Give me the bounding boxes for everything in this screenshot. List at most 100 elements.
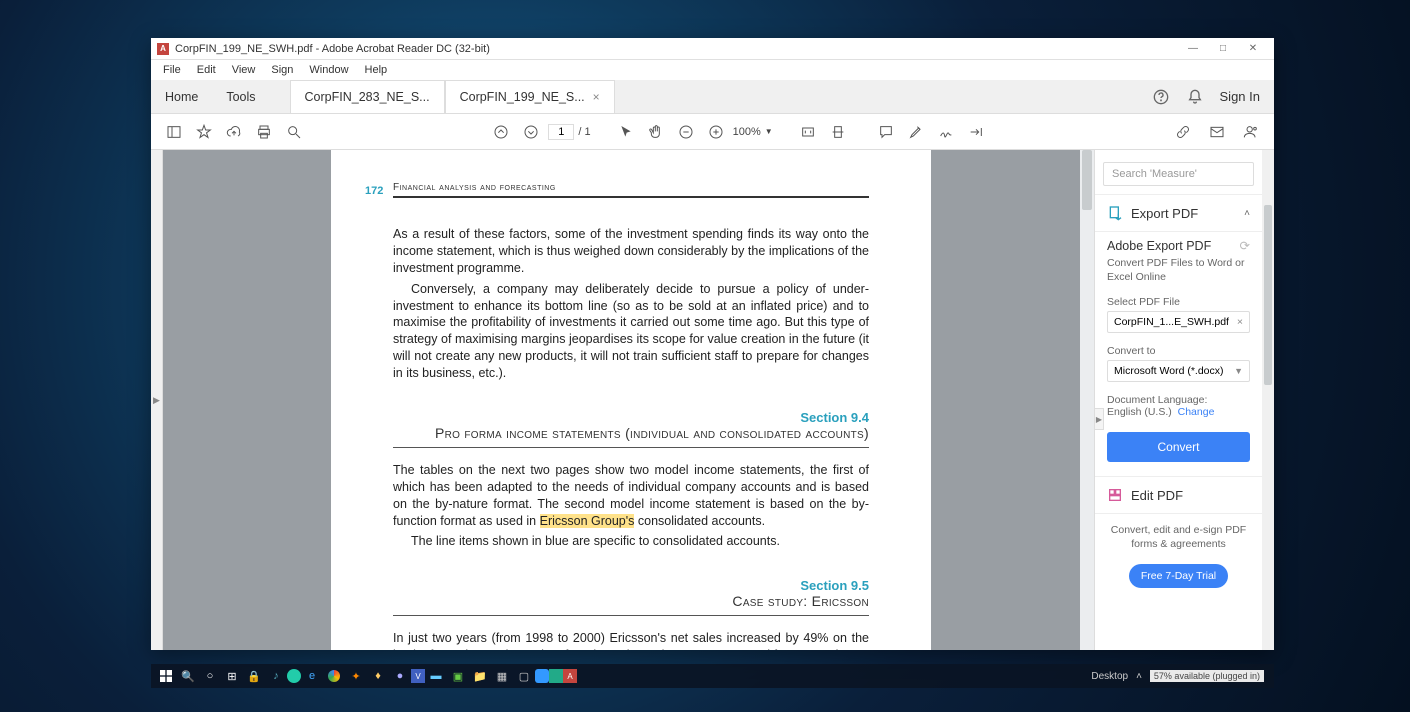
acrobat-taskbar-icon[interactable]: A — [563, 669, 577, 683]
document-language: Document Language: English (U.S.) Change — [1107, 394, 1250, 418]
menu-help[interactable]: Help — [357, 62, 396, 78]
desktop-label[interactable]: Desktop — [1091, 671, 1128, 682]
close-button[interactable]: ✕ — [1238, 39, 1268, 59]
taskbar-app[interactable]: ▣ — [447, 665, 469, 687]
search-taskbar-icon[interactable]: 🔍 — [177, 665, 199, 687]
file-explorer-icon[interactable]: 📁 — [469, 665, 491, 687]
tools-search-input[interactable]: Search 'Measure' — [1103, 162, 1254, 186]
comment-icon[interactable] — [873, 119, 899, 145]
menu-file[interactable]: File — [155, 62, 189, 78]
zoom-level[interactable]: 100%▼ — [733, 126, 773, 138]
bell-icon[interactable] — [1186, 88, 1204, 106]
export-pdf-icon — [1107, 205, 1123, 221]
select-file-label: Select PDF File — [1107, 296, 1250, 308]
cloud-upload-icon[interactable] — [221, 119, 247, 145]
acrobat-icon: A — [157, 43, 169, 55]
chevron-up-icon: ˄ — [1244, 208, 1250, 219]
section-number: Section 9.5 — [393, 578, 869, 593]
system-tray: Desktop ˄ 57% available (plugged in) — [1091, 670, 1270, 682]
menubar: File Edit View Sign Window Help — [151, 60, 1274, 80]
taskbar-app[interactable] — [535, 669, 549, 683]
taskbar-app[interactable]: ♪ — [265, 665, 287, 687]
hand-tool-icon[interactable] — [643, 119, 669, 145]
running-header: Financial analysis and forecasting — [393, 182, 869, 198]
close-tab-icon[interactable]: × — [593, 90, 600, 104]
start-button[interactable] — [155, 665, 177, 687]
tabbar: Home Tools CorpFIN_283_NE_S... CorpFIN_1… — [151, 80, 1274, 114]
fit-width-icon[interactable] — [795, 119, 821, 145]
paragraph: As a result of these factors, some of th… — [393, 226, 869, 277]
minimize-button[interactable]: ― — [1178, 39, 1208, 59]
taskbar-app[interactable]: ▢ — [513, 665, 535, 687]
highlighted-text: Ericsson Group's — [540, 514, 635, 528]
sign-icon[interactable] — [933, 119, 959, 145]
sign-in-button[interactable]: Sign In — [1220, 89, 1260, 104]
taskbar-app[interactable]: ● — [389, 665, 411, 687]
taskbar-app[interactable]: ▦ — [491, 665, 513, 687]
section-title: Pro forma income statements (individual … — [393, 425, 869, 448]
export-pdf-tool-header[interactable]: Export PDF ˄ — [1095, 194, 1262, 231]
page-down-icon[interactable] — [518, 119, 544, 145]
taskbar-app[interactable]: V — [411, 669, 425, 683]
taskbar-app[interactable]: ✦ — [345, 665, 367, 687]
menu-edit[interactable]: Edit — [189, 62, 224, 78]
free-trial-button[interactable]: Free 7-Day Trial — [1129, 564, 1228, 588]
selection-tool-icon[interactable] — [613, 119, 639, 145]
zoom-out-icon[interactable] — [673, 119, 699, 145]
edit-pdf-message: Convert, edit and e-sign PDF forms & agr… — [1107, 524, 1250, 551]
acrobat-window: A CorpFIN_199_NE_SWH.pdf - Adobe Acrobat… — [151, 38, 1274, 650]
taskbar-app[interactable] — [287, 669, 301, 683]
taskbar-app[interactable]: 🔒 — [243, 665, 265, 687]
tab-doc-1[interactable]: CorpFIN_283_NE_S... — [290, 80, 445, 113]
print-icon[interactable] — [251, 119, 277, 145]
menu-window[interactable]: Window — [301, 62, 356, 78]
section-number: Section 9.4 — [393, 410, 869, 425]
help-icon[interactable] — [1152, 88, 1170, 106]
search-icon[interactable] — [281, 119, 307, 145]
left-panel-expand[interactable]: ▶ — [151, 150, 163, 650]
scrollbar-thumb[interactable] — [1082, 150, 1092, 210]
task-view-icon[interactable]: ⊞ — [221, 665, 243, 687]
refresh-icon[interactable]: ⟳ — [1240, 238, 1250, 253]
change-language-link[interactable]: Change — [1178, 406, 1215, 418]
fit-page-icon[interactable] — [825, 119, 851, 145]
selected-file-field[interactable]: CorpFIN_1...E_SWH.pdf × — [1107, 311, 1250, 333]
export-pdf-body: Adobe Export PDF ⟳ Convert PDF Files to … — [1095, 231, 1262, 476]
edit-pdf-tool-header[interactable]: Edit PDF — [1095, 476, 1262, 513]
document-viewport[interactable]: 172 Financial analysis and forecasting A… — [163, 150, 1094, 650]
cortana-icon[interactable]: ○ — [199, 665, 221, 687]
convert-to-select[interactable]: Microsoft Word (*.docx) ▼ — [1107, 360, 1250, 382]
clear-file-icon[interactable]: × — [1237, 316, 1243, 328]
panel-scrollbar[interactable] — [1262, 150, 1274, 650]
taskbar-app[interactable]: e — [301, 665, 323, 687]
page-number-input[interactable] — [548, 124, 574, 140]
page-up-icon[interactable] — [488, 119, 514, 145]
taskbar-app[interactable] — [323, 665, 345, 687]
menu-sign[interactable]: Sign — [263, 62, 301, 78]
tab-doc-2[interactable]: CorpFIN_199_NE_S...× — [445, 80, 615, 113]
convert-to-label: Convert to — [1107, 345, 1250, 357]
share-people-icon[interactable] — [1238, 119, 1264, 145]
more-tools-icon[interactable] — [963, 119, 989, 145]
tab-home[interactable]: Home — [151, 80, 212, 113]
vertical-scrollbar[interactable] — [1080, 150, 1094, 650]
sidebar-toggle-icon[interactable] — [161, 119, 187, 145]
export-desc: Convert PDF Files to Word or Excel Onlin… — [1107, 257, 1250, 284]
maximize-button[interactable]: □ — [1208, 39, 1238, 59]
tab-tools[interactable]: Tools — [212, 80, 269, 113]
taskbar-app[interactable]: ♦ — [367, 665, 389, 687]
right-panel-collapse[interactable]: ▶ — [1094, 408, 1104, 430]
taskbar-app[interactable] — [549, 669, 563, 683]
tray-chevron-icon[interactable]: ˄ — [1136, 671, 1142, 682]
highlight-icon[interactable] — [903, 119, 929, 145]
zoom-in-icon[interactable] — [703, 119, 729, 145]
scrollbar-thumb[interactable] — [1264, 205, 1272, 385]
email-icon[interactable] — [1204, 119, 1230, 145]
taskbar-app[interactable]: ▬ — [425, 665, 447, 687]
toolbar: / 1 100%▼ — [151, 114, 1274, 150]
paragraph: Conversely, a company may deliberately d… — [393, 281, 869, 382]
menu-view[interactable]: View — [224, 62, 264, 78]
convert-button[interactable]: Convert — [1107, 432, 1250, 462]
share-link-icon[interactable] — [1170, 119, 1196, 145]
star-icon[interactable] — [191, 119, 217, 145]
